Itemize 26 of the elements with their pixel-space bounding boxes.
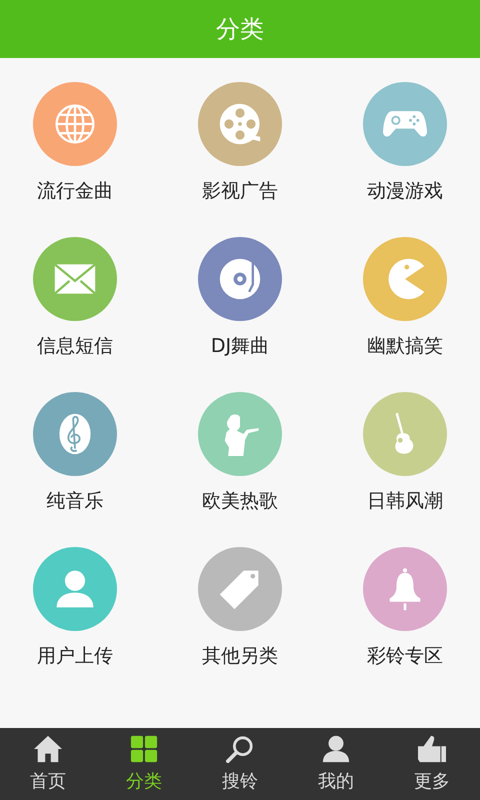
search-icon — [225, 735, 255, 763]
grid-icon — [129, 735, 159, 763]
category-label[interactable]: 其他另类 — [202, 643, 278, 669]
category-label[interactable]: 彩铃专区 — [367, 643, 443, 669]
category-label[interactable]: 流行金曲 — [37, 178, 113, 204]
tab[interactable]: 搜铃 — [192, 728, 288, 800]
tab[interactable]: 更多 — [384, 728, 480, 800]
vinyl-record-icon — [218, 257, 262, 301]
category-label[interactable]: 影视广告 — [202, 178, 278, 204]
category-label[interactable]: 纯音乐 — [46, 488, 104, 514]
tab[interactable]: 分类 — [96, 728, 192, 800]
globe-icon — [53, 102, 97, 146]
category-label[interactable]: DJ舞曲 — [210, 333, 270, 359]
category-label[interactable]: 用户上传 — [37, 643, 113, 669]
home-icon — [33, 735, 63, 763]
person-icon — [321, 735, 351, 763]
category-label[interactable]: 信息短信 — [37, 333, 113, 359]
category-label[interactable]: 欧美热歌 — [202, 488, 278, 514]
category-label[interactable]: 日韩风潮 — [367, 488, 443, 514]
thumbs-up-icon — [417, 735, 447, 763]
page-title: 分类 — [216, 14, 264, 45]
category-label[interactable]: 动漫游戏 — [367, 178, 443, 204]
film-reel-icon — [218, 102, 262, 146]
category-label[interactable]: 幽默搞笑 — [367, 333, 443, 359]
tab[interactable]: 首页 — [0, 728, 96, 800]
tab[interactable]: 我的 — [288, 728, 384, 800]
